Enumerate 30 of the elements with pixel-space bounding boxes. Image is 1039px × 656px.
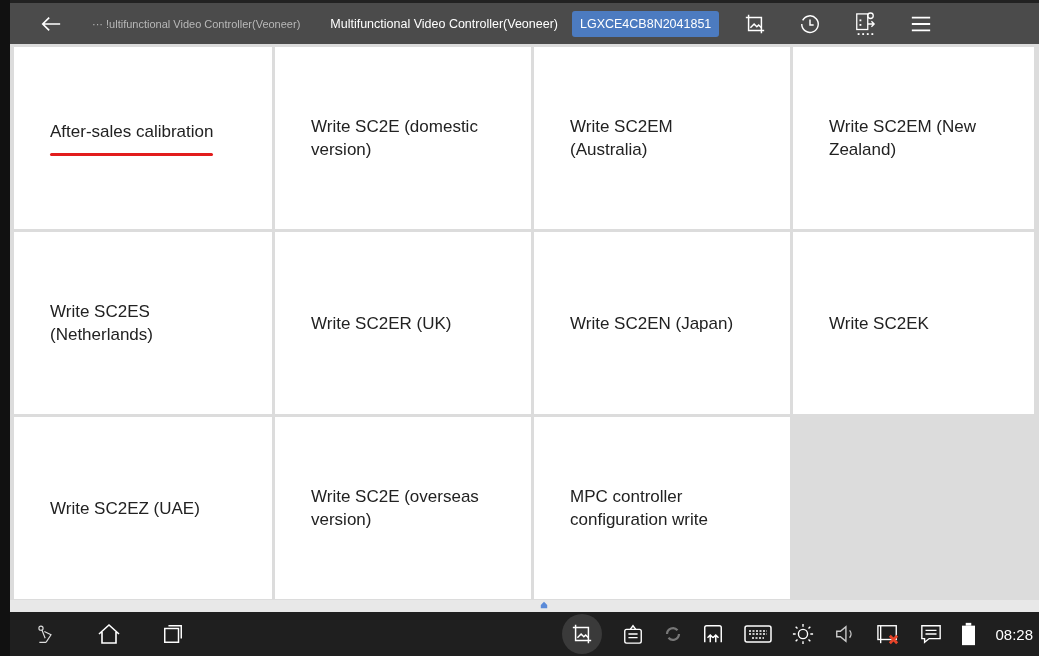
function-tile[interactable]: Write SC2EZ (UAE) [14, 417, 272, 599]
crop-image-icon[interactable] [744, 12, 767, 35]
home-icon [539, 601, 548, 609]
function-tile[interactable]: After-sales calibration [14, 47, 272, 229]
clock-time: 08:28 [995, 625, 1033, 643]
function-tile[interactable]: Write SC2EM (New Zealand) [793, 47, 1034, 229]
vin-badge: LGXCE4CB8N2041851 [572, 10, 720, 37]
message-icon[interactable] [920, 623, 943, 645]
screen-disconnect-icon[interactable] [876, 623, 901, 645]
recent-apps-icon[interactable] [162, 623, 184, 645]
page-title: Multifunctional Video Controller(Veoneer) [330, 16, 558, 31]
device-connection-icon[interactable] [854, 10, 877, 37]
history-clock-icon[interactable] [799, 12, 822, 35]
function-tile[interactable]: Write SC2ES (Netherlands) [14, 232, 272, 414]
clipboard-icon[interactable] [622, 623, 645, 645]
function-tile[interactable]: Write SC2E (domestic version) [275, 47, 531, 229]
upload-icon[interactable] [702, 623, 725, 645]
function-tile[interactable]: MPC controller configuration write [534, 417, 790, 599]
breadcrumb[interactable]: ··· !ultifunctional Video Controller(Veoneer) [92, 17, 301, 30]
function-tile[interactable]: Write SC2EK [793, 232, 1034, 414]
sync-icon[interactable] [664, 625, 683, 643]
function-tile[interactable]: Write SC2E (overseas version) [275, 417, 531, 599]
function-tile[interactable]: Write SC2EM (Australia) [534, 47, 790, 229]
crop-image-icon[interactable] [571, 623, 594, 645]
function-tile[interactable]: Write SC2ER (UK) [275, 232, 531, 414]
brightness-icon[interactable] [792, 623, 815, 645]
battery-icon [962, 622, 976, 646]
home-icon[interactable] [96, 622, 122, 646]
function-tile[interactable]: Write SC2EN (Japan) [534, 232, 790, 414]
keyboard-icon[interactable] [744, 624, 773, 644]
